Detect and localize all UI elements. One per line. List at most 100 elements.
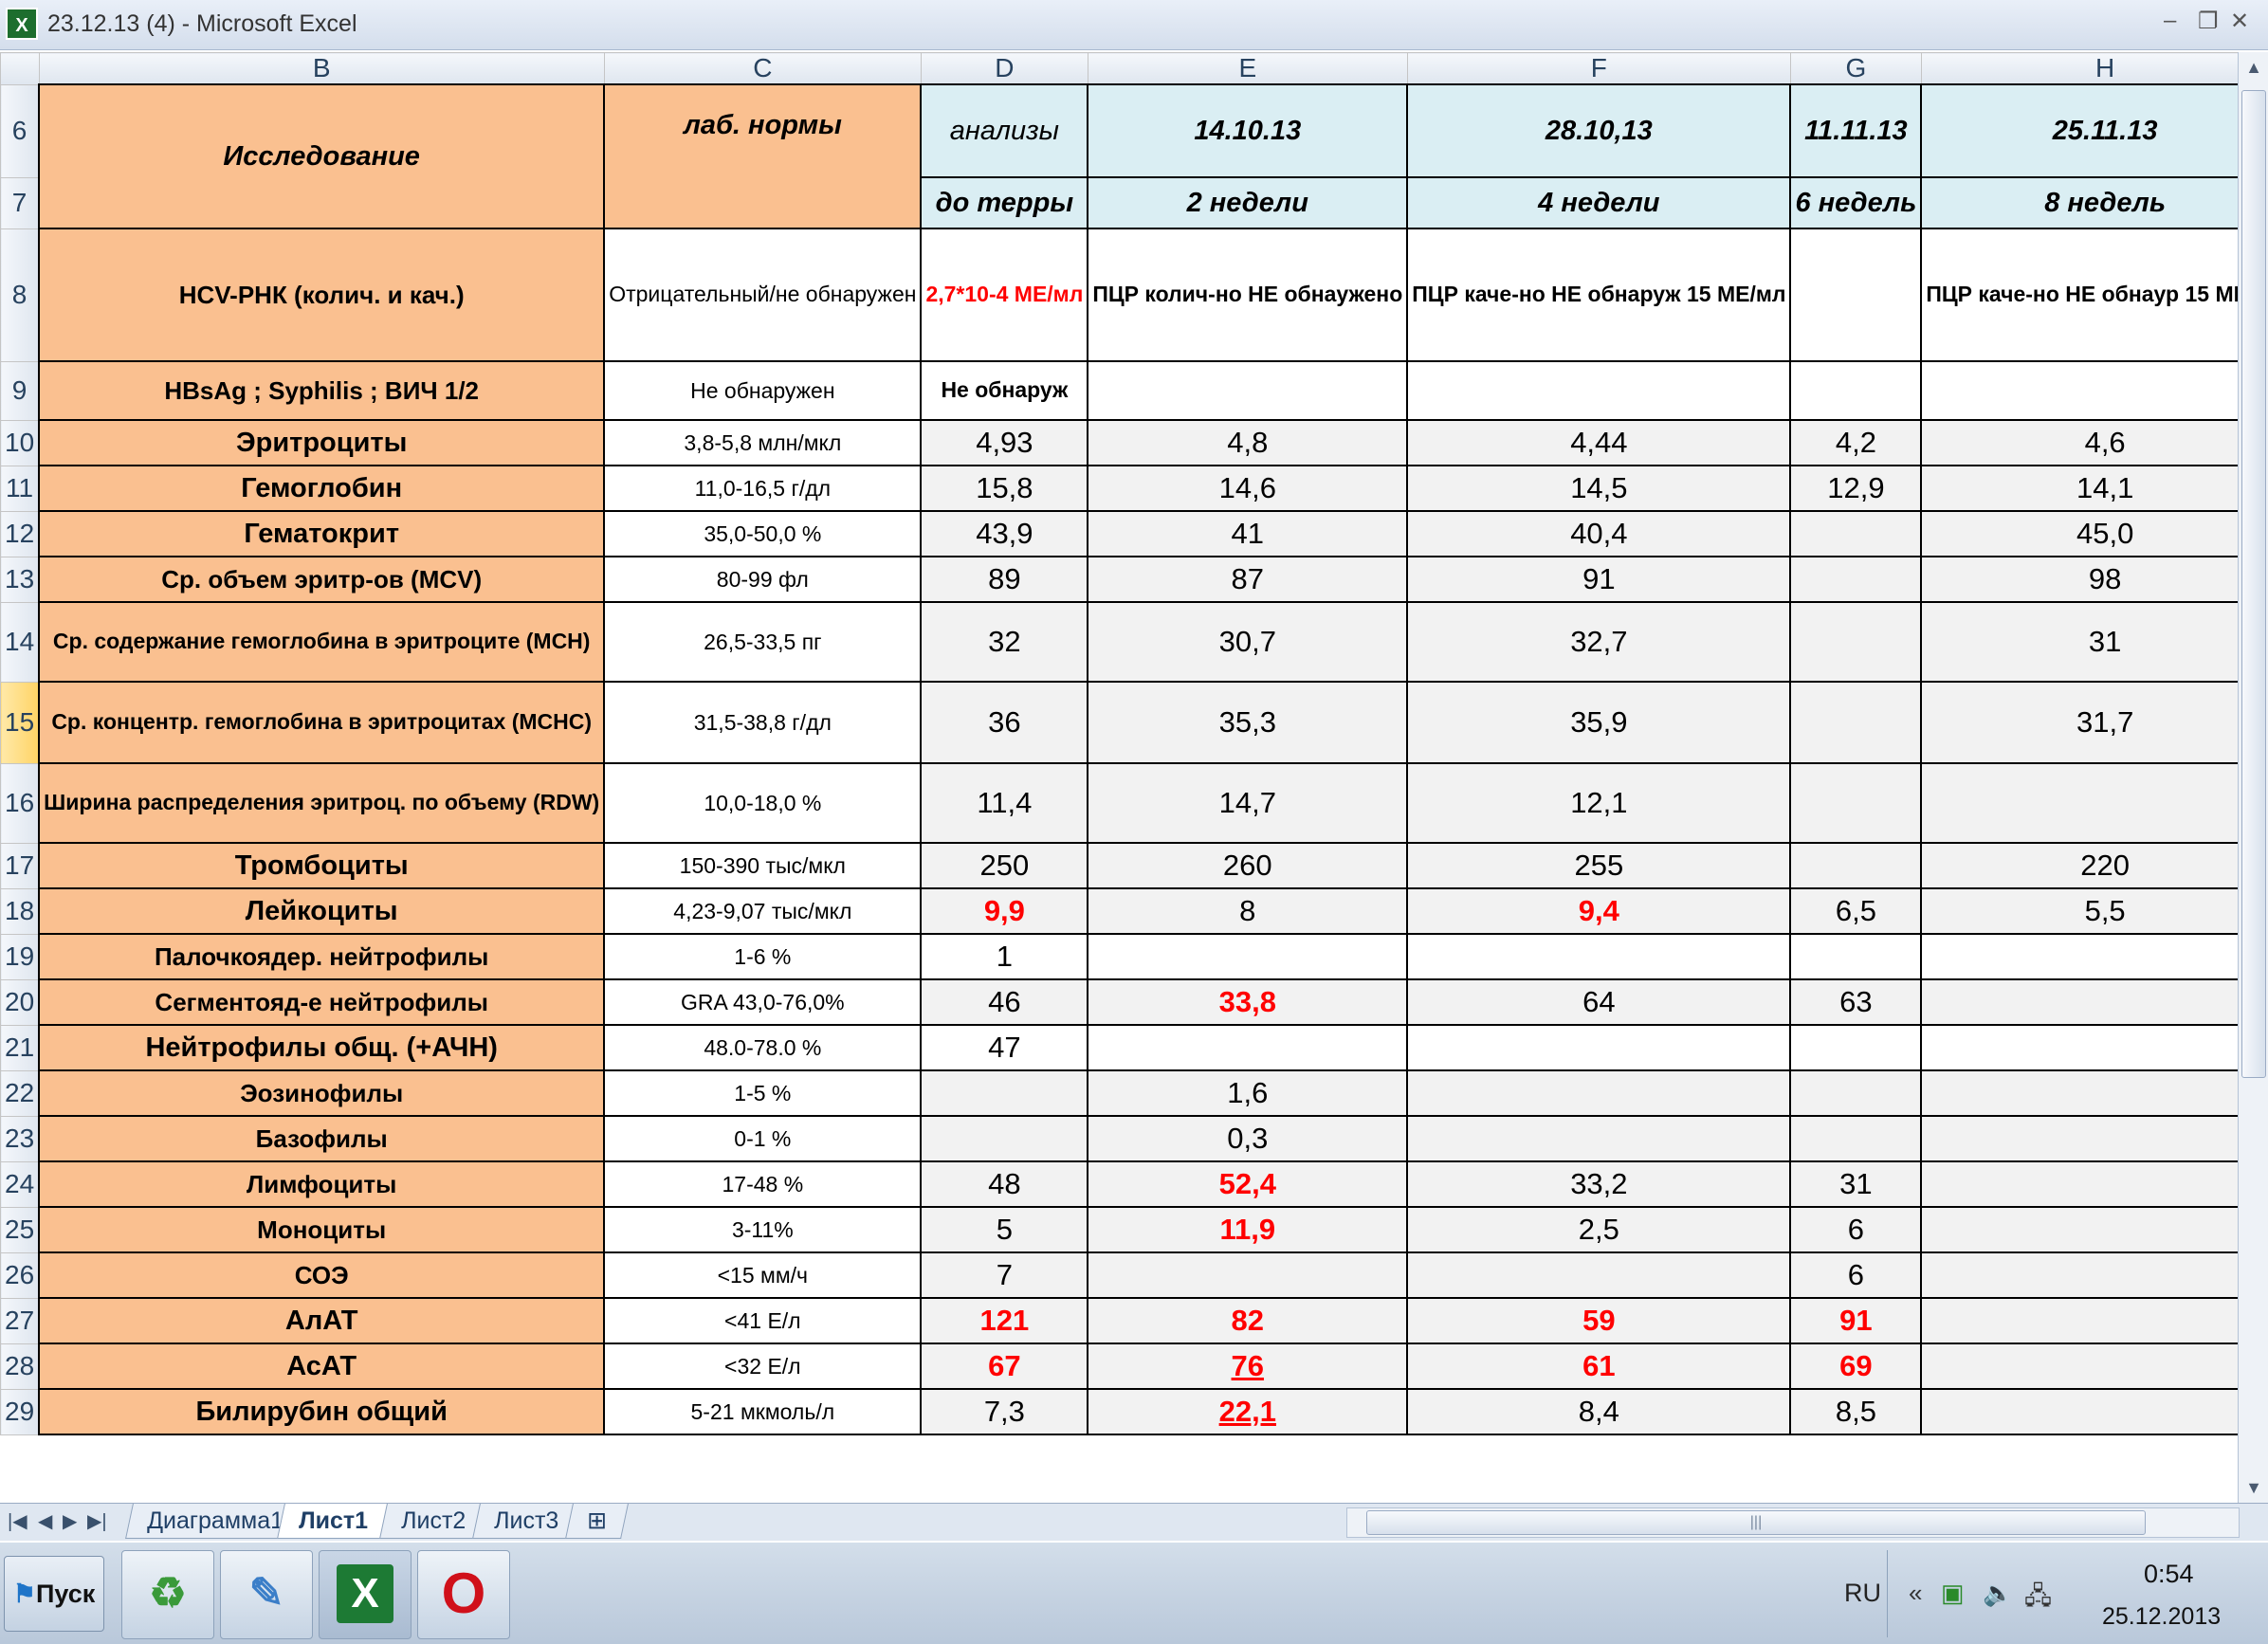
result-cell[interactable]: 12,9 [1789,465,1923,512]
result-cell[interactable]: 4,44 [1406,419,1792,466]
result-cell[interactable] [1789,1115,1923,1162]
result-cell[interactable] [1406,1115,1792,1162]
row-header-27[interactable]: 27 [0,1297,40,1344]
result-cell[interactable]: 47 [920,1024,1089,1071]
result-cell[interactable]: 63 [1789,978,1923,1026]
result-cell[interactable] [1920,1160,2268,1208]
result-cell[interactable]: 61 [1406,1343,1792,1390]
row-header-22[interactable]: 22 [0,1069,40,1117]
result-cell[interactable]: 22,1 [1087,1388,1409,1435]
week-header[interactable]: 4 недели [1406,176,1792,229]
cell-table[interactable]: BCDEFGHIJMNOPQ6Исследованиелаб. нормыана… [0,52,2268,1435]
row-header-29[interactable]: 29 [0,1388,40,1435]
result-cell[interactable]: 64 [1406,978,1792,1026]
result-cell[interactable]: 14,1 [1920,465,2268,512]
result-cell[interactable]: 9,4 [1406,887,1792,935]
result-cell[interactable]: 32,7 [1406,601,1792,683]
result-cell[interactable]: 45,0 [1920,510,2268,557]
result-cell[interactable] [1920,360,2268,421]
taskbar-app-excel[interactable]: X [319,1550,412,1639]
row-header-13[interactable]: 13 [0,556,40,603]
result-cell[interactable]: 8,5 [1789,1388,1923,1435]
row-header-24[interactable]: 24 [0,1160,40,1208]
column-header-c[interactable]: C [603,52,922,85]
column-header-h[interactable]: H [1920,52,2268,85]
result-cell[interactable] [1087,1251,1409,1299]
result-cell[interactable]: 36 [920,681,1089,764]
result-cell[interactable]: 41 [1087,510,1409,557]
result-cell[interactable] [1406,360,1792,421]
result-cell[interactable]: 59 [1406,1297,1792,1344]
result-cell[interactable]: 91 [1789,1297,1923,1344]
prev-sheet-icon[interactable]: ◀ [38,1509,52,1533]
result-cell[interactable] [1087,1024,1409,1071]
next-sheet-icon[interactable]: ▶ [63,1509,77,1533]
row-header-17[interactable]: 17 [0,842,40,889]
restore-icon[interactable]: ❐ [2198,8,2219,35]
result-cell[interactable]: 4,8 [1087,419,1409,466]
language-indicator[interactable]: RU [1844,1579,1881,1608]
network-icon[interactable]: 🖧 [2024,1579,2052,1620]
show-hidden-icons-icon[interactable]: « [1909,1579,1922,1608]
result-cell[interactable]: 4,93 [920,419,1089,466]
result-cell[interactable]: 8,4 [1406,1388,1792,1435]
result-cell[interactable]: 1 [920,933,1089,980]
result-cell[interactable]: 87 [1087,556,1409,603]
result-cell[interactable]: 31 [1789,1160,1923,1208]
result-cell[interactable]: 11,4 [920,762,1089,844]
result-cell[interactable]: ПЦР каче-но НЕ обнаур 15 МЕ/мл [1920,228,2268,362]
row-header-10[interactable]: 10 [0,419,40,466]
row-header-8[interactable]: 8 [0,228,40,362]
minimize-icon[interactable]: – [2164,8,2176,34]
result-cell[interactable] [1920,933,2268,980]
row-header-15[interactable]: 15 [0,681,40,764]
column-header-e[interactable]: E [1087,52,1408,85]
result-cell[interactable] [1789,228,1923,362]
close-icon[interactable]: ✕ [2230,8,2249,35]
result-cell[interactable]: 32 [920,601,1089,683]
row-header-26[interactable]: 26 [0,1251,40,1299]
row-header-7[interactable]: 7 [0,176,40,229]
row-header-21[interactable]: 21 [0,1024,40,1071]
result-cell[interactable]: 2,7*10-4 МЕ/мл [920,228,1089,362]
result-cell[interactable]: 69 [1789,1343,1923,1390]
row-header-9[interactable]: 9 [0,360,40,421]
result-cell[interactable]: 33,2 [1406,1160,1792,1208]
vertical-scrollbar[interactable]: ▲ ▼ [2238,52,2268,1503]
insert-sheet-icon[interactable]: ⊞ [565,1504,629,1539]
result-cell[interactable]: 250 [920,842,1089,889]
week-header[interactable]: до терры [920,176,1089,229]
column-header-f[interactable]: F [1406,52,1791,85]
tab-list3[interactable]: Лист3 [472,1504,581,1539]
result-cell[interactable]: 2,5 [1406,1206,1792,1253]
scroll-up-icon[interactable]: ▲ [2239,52,2268,82]
vertical-scroll-thumb[interactable] [2241,90,2266,1078]
row-header-18[interactable]: 18 [0,887,40,935]
result-cell[interactable] [1920,1206,2268,1253]
result-cell[interactable]: 35,9 [1406,681,1792,764]
result-cell[interactable]: 5,5 [1920,887,2268,935]
result-cell[interactable]: 91 [1406,556,1792,603]
result-cell[interactable]: 11,9 [1087,1206,1409,1253]
result-cell[interactable]: 35,3 [1087,681,1409,764]
result-cell[interactable] [1789,842,1923,889]
horizontal-scroll-thumb[interactable]: ||| [1366,1510,2146,1535]
clock-date[interactable]: 25.12.2013 [2102,1603,2221,1631]
result-cell[interactable] [1789,762,1923,844]
result-cell[interactable] [1789,1069,1923,1117]
result-cell[interactable] [1920,1115,2268,1162]
date-header[interactable]: 14.10.13 [1087,83,1409,178]
result-cell[interactable] [1920,978,2268,1026]
row-header-16[interactable]: 16 [0,762,40,844]
start-button[interactable]: ⚑Пуск [4,1556,104,1632]
row-header-19[interactable]: 19 [0,933,40,980]
result-cell[interactable]: 43,9 [920,510,1089,557]
result-cell[interactable]: 15,8 [920,465,1089,512]
week-header[interactable]: 8 недель [1920,176,2268,229]
column-header-b[interactable]: B [38,52,605,85]
result-cell[interactable]: 98 [1920,556,2268,603]
row-header-14[interactable]: 14 [0,601,40,683]
result-cell[interactable]: 76 [1087,1343,1409,1390]
result-cell[interactable]: 46 [920,978,1089,1026]
spreadsheet-grid[interactable]: BCDEFGHIJMNOPQ6Исследованиелаб. нормыана… [0,52,2268,1503]
